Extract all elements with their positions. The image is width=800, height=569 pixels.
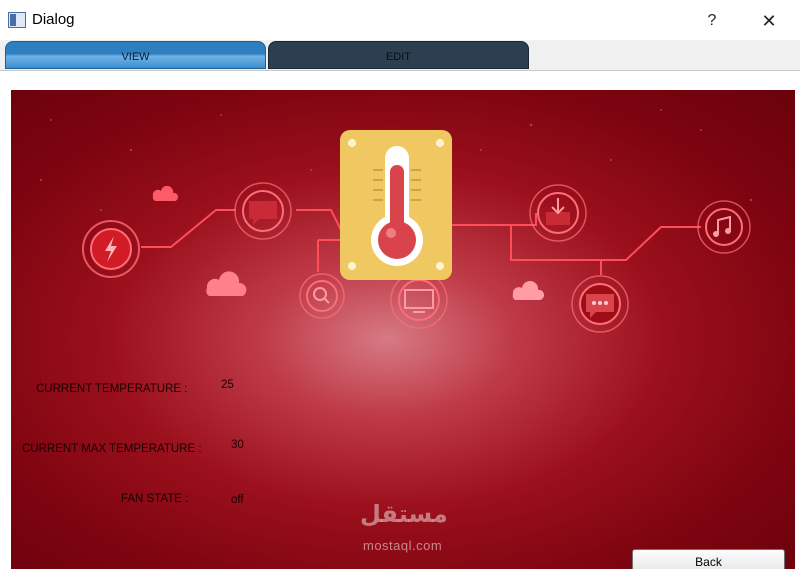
monitor-icon	[390, 271, 448, 329]
current-temperature-label: CURRENT TEMPERATURE :	[36, 383, 188, 395]
back-button[interactable]: Back	[632, 549, 785, 569]
close-button[interactable]: ✕	[754, 8, 784, 34]
help-button[interactable]: ?	[697, 8, 727, 34]
window-title: Dialog	[32, 11, 75, 28]
download-icon	[529, 184, 587, 242]
title-bar: Dialog ? ✕	[0, 0, 800, 40]
background-panel: CURRENT TEMPERATURE : 25 CURRENT MAX TEM…	[11, 90, 795, 569]
chat-icon	[234, 182, 292, 240]
watermark-latin: mostaql.com	[363, 538, 443, 553]
current-max-temperature-label: CURRENT MAX TEMPERATURE :	[22, 443, 202, 455]
search-icon	[299, 273, 345, 319]
watermark-arabic: مستقل	[360, 500, 448, 528]
current-temperature-value: 25	[221, 379, 234, 391]
message-icon	[571, 275, 629, 333]
tab-content: CURRENT TEMPERATURE : 25 CURRENT MAX TEM…	[0, 71, 800, 569]
tab-edit[interactable]: EDIT	[268, 41, 529, 69]
fan-state-value: off	[231, 494, 244, 506]
fan-state-label: FAN STATE :	[121, 493, 189, 505]
lightning-icon	[82, 220, 140, 278]
tab-view[interactable]: VIEW	[5, 41, 266, 69]
tab-bar: VIEW EDIT	[0, 40, 800, 71]
music-icon	[697, 200, 751, 254]
window-icon	[8, 12, 26, 28]
current-max-temperature-value: 30	[231, 439, 244, 451]
thermometer-icon	[340, 130, 452, 280]
